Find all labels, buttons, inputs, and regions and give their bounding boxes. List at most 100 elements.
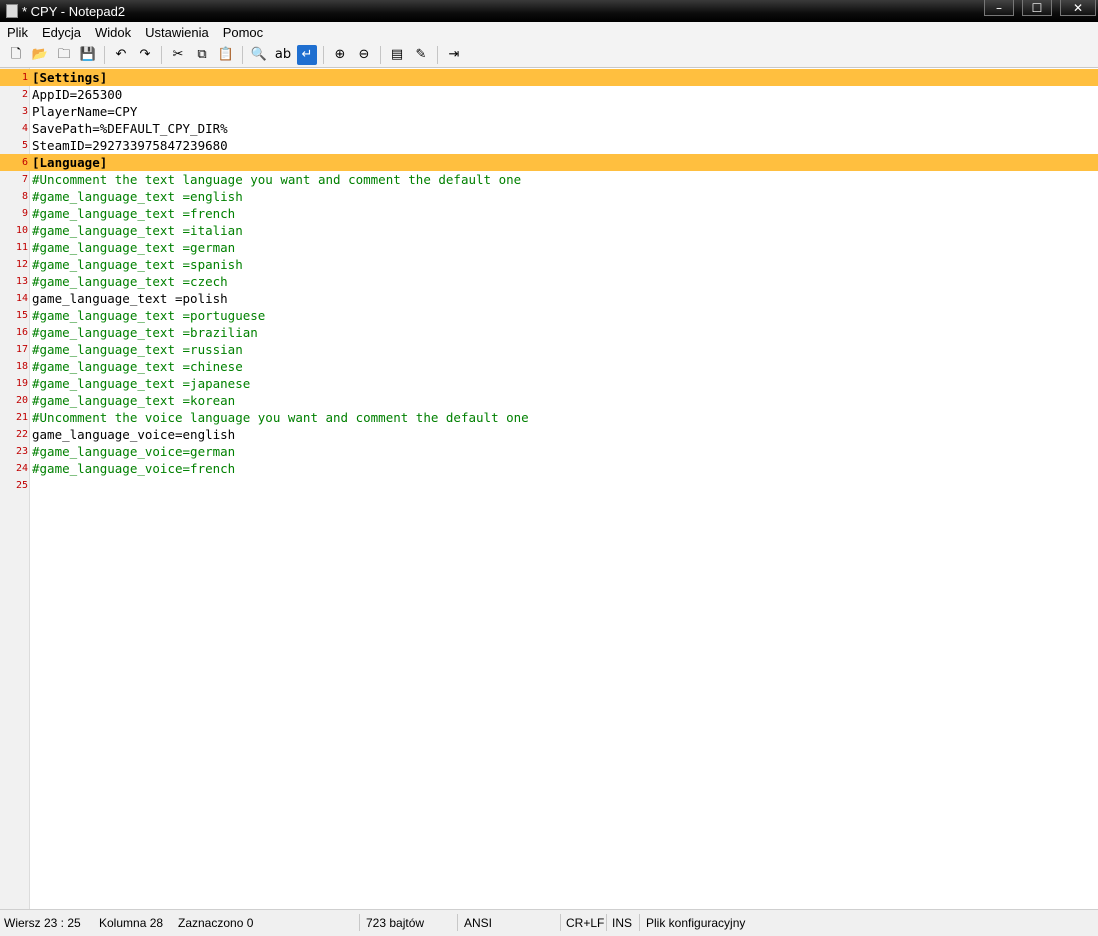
editor-line[interactable]: 9 #game_language_text =french xyxy=(0,205,1098,222)
save-icon[interactable]: 💾 xyxy=(78,45,98,65)
line-number: 17 xyxy=(15,344,28,355)
editor-line[interactable]: 13 #game_language_text =czech xyxy=(0,273,1098,290)
close-button[interactable]: ✕ xyxy=(1060,0,1096,16)
title-bar: * CPY - Notepad2 – ☐ ✕ xyxy=(0,0,1098,22)
status-scheme[interactable]: Plik konfiguracyjny xyxy=(646,916,745,930)
status-divider xyxy=(560,914,561,931)
editor-line[interactable]: 4 SavePath=%DEFAULT_CPY_DIR% xyxy=(0,120,1098,137)
maximize-button[interactable]: ☐ xyxy=(1022,0,1052,16)
line-number: 6 xyxy=(21,157,28,168)
editor-line[interactable]: 10 #game_language_text =italian xyxy=(0,222,1098,239)
editor-line[interactable]: 3 PlayerName=CPY xyxy=(0,103,1098,120)
text-editor[interactable]: 1 [Settings] 2 AppID=265300 3 PlayerName=CPY 4… xyxy=(0,68,1098,909)
editor-line[interactable]: 21 #Uncomment the voice language you want… xyxy=(0,409,1098,426)
redo-icon[interactable]: ↷ xyxy=(135,45,155,65)
line-text: #game_language_text =french xyxy=(32,206,236,221)
line-text: #game_language_text =brazilian xyxy=(32,325,258,340)
editor-line[interactable]: 5 SteamID=292733975847239680 xyxy=(0,137,1098,154)
status-bar: Wiersz 23 : 25 Kolumna 28 Zaznaczono 0 7… xyxy=(0,909,1098,936)
word-wrap-icon[interactable]: ↵ xyxy=(297,44,317,65)
status-ins[interactable]: INS xyxy=(612,916,632,930)
customize-schemes-icon[interactable]: ✎ xyxy=(411,45,431,65)
notepad-app-icon[interactable] xyxy=(6,4,18,18)
editor-line[interactable]: 25 xyxy=(0,477,1098,494)
zoom-in-icon[interactable]: ⊕ xyxy=(330,45,350,65)
editor-line[interactable]: 1 [Settings] xyxy=(0,69,1098,86)
editor-line[interactable]: 7 #Uncomment the text language you want a… xyxy=(0,171,1098,188)
line-text: AppID=265300 xyxy=(32,87,123,102)
undo-icon[interactable]: ↶ xyxy=(111,45,131,65)
select-scheme-icon[interactable]: ▤ xyxy=(387,45,407,65)
editor-line[interactable]: 15 #game_language_text =portuguese xyxy=(0,307,1098,324)
editor-line[interactable]: 6 [Language] xyxy=(0,154,1098,171)
toolbar-separator xyxy=(380,45,381,64)
window-title: * CPY - Notepad2 xyxy=(22,3,126,19)
line-text: #game_language_text =japanese xyxy=(32,376,251,391)
find-icon[interactable]: 🔍 xyxy=(249,45,269,65)
status-selected: Zaznaczono 0 xyxy=(178,916,254,930)
line-number: 5 xyxy=(21,140,28,151)
toolbar-separator xyxy=(161,45,162,64)
toolbar-separator xyxy=(323,45,324,64)
toolbar: 🗋 📂 🗀 💾 ↶ ↷ ✂ ⧉ 📋 🔍 ab ↵ ⊕ ⊖ ▤ ✎ ⇥ xyxy=(0,42,1098,68)
line-number: 2 xyxy=(21,89,28,100)
editor-line[interactable]: 19 #game_language_text =japanese xyxy=(0,375,1098,392)
cut-icon[interactable]: ✂ xyxy=(168,45,188,65)
status-eol[interactable]: CR+LF xyxy=(566,916,604,930)
editor-line[interactable]: 12 #game_language_text =spanish xyxy=(0,256,1098,273)
line-number: 8 xyxy=(21,191,28,202)
menu-pomoc[interactable]: Pomoc xyxy=(216,25,270,40)
exit-icon[interactable]: ⇥ xyxy=(444,45,464,65)
status-divider xyxy=(359,914,360,931)
editor-line[interactable]: 24 #game_language_voice=french xyxy=(0,460,1098,477)
line-number: 1 xyxy=(21,72,28,83)
line-number: 7 xyxy=(21,174,28,185)
line-number: 11 xyxy=(15,242,28,253)
line-text: #game_language_text =chinese xyxy=(32,359,243,374)
menu-plik[interactable]: Plik xyxy=(0,25,35,40)
menu-widok[interactable]: Widok xyxy=(88,25,138,40)
line-text: #Uncomment the voice language you want a… xyxy=(32,410,529,425)
line-number: 24 xyxy=(15,463,28,474)
open-file-icon[interactable]: 📂 xyxy=(30,45,50,65)
line-number: 16 xyxy=(15,327,28,338)
line-number: 15 xyxy=(15,310,28,321)
line-number: 22 xyxy=(15,429,28,440)
menu-edycja[interactable]: Edycja xyxy=(35,25,88,40)
paste-icon[interactable]: 📋 xyxy=(216,45,236,65)
editor-line[interactable]: 22 game_language_voice=english xyxy=(0,426,1098,443)
new-file-icon[interactable]: 🗋 xyxy=(6,45,26,65)
line-text: PlayerName=CPY xyxy=(32,104,138,119)
editor-line[interactable]: 23 #game_language_voice=german xyxy=(0,443,1098,460)
minimize-button[interactable]: – xyxy=(984,0,1014,16)
browse-icon[interactable]: 🗀 xyxy=(54,45,74,65)
editor-line[interactable]: 2 AppID=265300 xyxy=(0,86,1098,103)
line-number: 4 xyxy=(21,123,28,134)
line-number: 20 xyxy=(15,395,28,406)
zoom-out-icon[interactable]: ⊖ xyxy=(354,45,374,65)
line-text: #game_language_text =korean xyxy=(32,393,236,408)
line-number: 18 xyxy=(15,361,28,372)
status-divider xyxy=(639,914,640,931)
menu-ustawienia[interactable]: Ustawienia xyxy=(138,25,216,40)
line-number: 23 xyxy=(15,446,28,457)
editor-line[interactable]: 18 #game_language_text =chinese xyxy=(0,358,1098,375)
line-text: SavePath=%DEFAULT_CPY_DIR% xyxy=(32,121,228,136)
editor-line[interactable]: 14 game_language_text =polish xyxy=(0,290,1098,307)
window-controls: – ☐ ✕ xyxy=(976,0,1096,16)
replace-icon[interactable]: ab xyxy=(273,45,293,65)
editor-line[interactable]: 8 #game_language_text =english xyxy=(0,188,1098,205)
toolbar-separator xyxy=(437,45,438,64)
line-text: #game_language_voice=french xyxy=(32,461,236,476)
status-encoding[interactable]: ANSI xyxy=(464,916,492,930)
line-number: 3 xyxy=(21,106,28,117)
copy-icon[interactable]: ⧉ xyxy=(192,45,212,65)
editor-line[interactable]: 11 #game_language_text =german xyxy=(0,239,1098,256)
line-number: 13 xyxy=(15,276,28,287)
editor-line[interactable]: 20 #game_language_text =korean xyxy=(0,392,1098,409)
status-divider xyxy=(606,914,607,931)
line-text: #game_language_text =czech xyxy=(32,274,228,289)
editor-line[interactable]: 16 #game_language_text =brazilian xyxy=(0,324,1098,341)
editor-line[interactable]: 17 #game_language_text =russian xyxy=(0,341,1098,358)
status-line-col: Wiersz 23 : 25 xyxy=(4,916,81,930)
